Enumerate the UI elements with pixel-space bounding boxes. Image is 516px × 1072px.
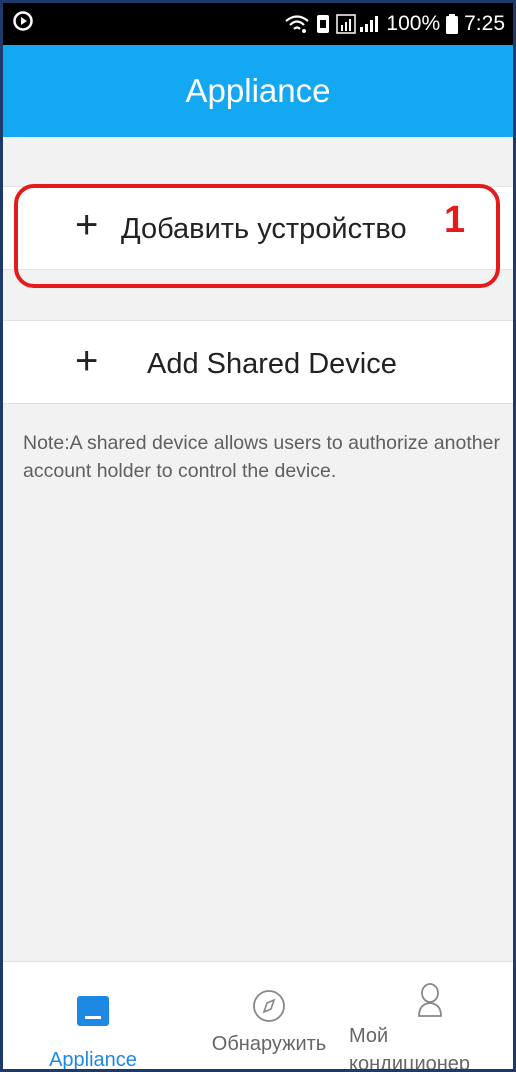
signal-icon: [336, 14, 380, 34]
sim-icon: [316, 14, 330, 34]
tab-discover-label: Обнаружить: [211, 1033, 327, 1055]
add-shared-device-label: Add Shared Device: [147, 348, 397, 380]
add-shared-device-button[interactable]: + Add Shared Device: [3, 320, 513, 404]
clock: 7:25: [464, 12, 505, 35]
status-bar: 100% 7:25: [3, 3, 513, 45]
battery-percent: 100%: [386, 12, 441, 35]
bottom-nav: Appliance Обнаружить Мой кондиционер: [3, 961, 513, 1071]
tab-my-conditioner-label: Мой кондиционер: [349, 1025, 471, 1072]
add-device-label: Добавить устройство: [121, 213, 407, 245]
app-header: Appliance: [3, 45, 513, 137]
compass-icon: [199, 988, 339, 1024]
plus-icon: +: [75, 339, 99, 383]
tab-appliance[interactable]: Appliance: [43, 994, 143, 1071]
media-icon: [13, 11, 33, 37]
page-title: Appliance: [185, 72, 331, 109]
battery-icon: [446, 14, 459, 34]
tab-appliance-label: Appliance: [49, 1049, 137, 1071]
shared-device-note: Note:A shared device allows users to aut…: [23, 432, 500, 482]
user-icon: [343, 982, 503, 1020]
tab-my-conditioner[interactable]: Мой кондиционер: [343, 982, 503, 1069]
appliance-icon: [43, 994, 143, 1028]
phone-screen: 100% 7:25 Appliance + Добавить устройств…: [0, 0, 516, 1072]
plus-icon: +: [75, 203, 99, 247]
callout-number: 1: [444, 199, 466, 241]
tab-discover[interactable]: Обнаружить: [199, 988, 339, 1058]
add-device-button[interactable]: + Добавить устройство: [3, 186, 513, 270]
wifi-icon: [284, 14, 310, 34]
